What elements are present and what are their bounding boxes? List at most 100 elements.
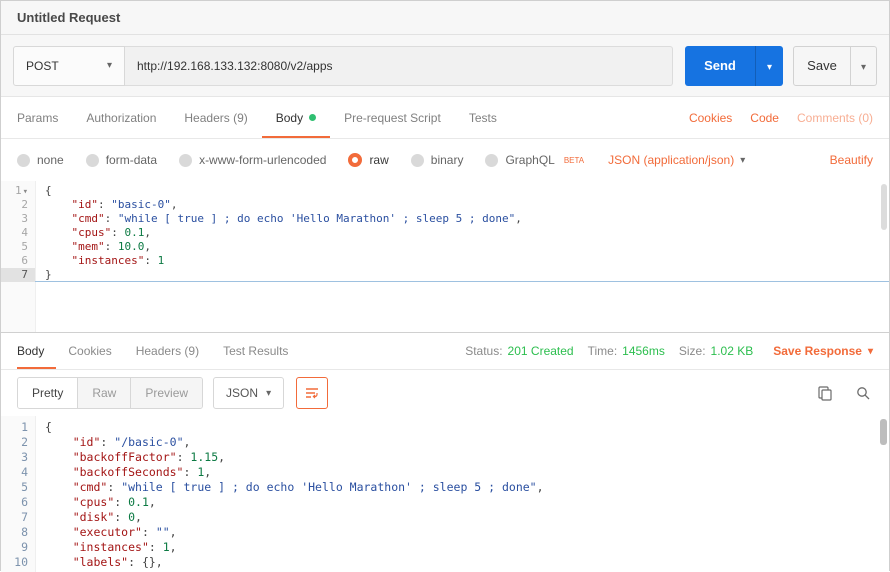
code-line: 1▾{ — [1, 184, 889, 198]
code-line: 8 "executor": "", — [1, 525, 889, 540]
tab-body[interactable]: Body — [262, 97, 330, 138]
line-number: 4 — [1, 465, 35, 480]
line-number: 7 — [1, 510, 35, 525]
request-code-lines: 1▾{2 "id": "basic-0",3 "cmd": "while [ t… — [1, 184, 889, 282]
view-tab-preview[interactable]: Preview — [130, 378, 202, 408]
code-line-content: "cpus": 0.1, — [35, 226, 151, 240]
bodytype-option-none[interactable]: none — [17, 153, 64, 167]
bodytype-option-graphql[interactable]: GraphQL BETA — [485, 153, 584, 167]
tab-pre-request-script[interactable]: Pre-request Script — [330, 97, 455, 138]
wrap-text-button[interactable] — [296, 377, 328, 409]
toolbar-right — [815, 383, 873, 403]
code-line-content: "id": "basic-0", — [35, 198, 177, 212]
size-value: 1.02 KB — [711, 344, 754, 358]
save-dropdown-button[interactable]: ▾ — [851, 46, 877, 86]
save-response-label: Save Response — [773, 344, 862, 358]
line-number: 7 — [1, 268, 35, 282]
radio-label: raw — [369, 153, 388, 167]
code-line-content: "backoffSeconds": 1, — [35, 465, 211, 480]
code-line-content: "disk": 0, — [35, 510, 142, 525]
line-number: 8 — [1, 525, 35, 540]
response-tabs: BodyCookiesHeaders (9)Test Results — [17, 333, 300, 369]
scrollbar-thumb[interactable] — [880, 419, 887, 445]
search-button[interactable] — [853, 383, 873, 403]
tab-tests[interactable]: Tests — [455, 97, 511, 138]
send-button[interactable]: Send — [685, 46, 755, 86]
content-type-select[interactable]: JSON (application/json) ▾ — [608, 153, 745, 167]
copy-button[interactable] — [815, 383, 835, 403]
bodytype-option-form-data[interactable]: form-data — [86, 153, 157, 167]
code-line-content: } — [35, 268, 52, 282]
send-dropdown-button[interactable]: ▾ — [755, 46, 783, 86]
beautify-link[interactable]: Beautify — [830, 153, 873, 167]
method-label: POST — [26, 59, 59, 73]
response-tab-cookies[interactable]: Cookies — [56, 333, 123, 369]
code-line: 6 "instances": 1 — [1, 254, 889, 268]
method-select[interactable]: POST ▾ — [13, 46, 125, 86]
view-tab-pretty[interactable]: Pretty — [18, 378, 77, 408]
link-comments-0[interactable]: Comments (0) — [797, 111, 873, 125]
view-tabs: PrettyRawPreview — [17, 377, 203, 409]
request-tabs: ParamsAuthorizationHeaders (9)BodyPre-re… — [17, 97, 511, 138]
request-title: Untitled Request — [17, 10, 120, 25]
copy-icon — [817, 385, 833, 401]
scrollbar-thumb[interactable] — [881, 184, 887, 230]
response-code-lines: 1{2 "id": "/basic-0",3 "backoffFactor": … — [1, 420, 889, 570]
send-button-group: Send ▾ — [685, 46, 783, 86]
beta-badge: BETA — [564, 156, 584, 165]
tab-authorization[interactable]: Authorization — [72, 97, 170, 138]
code-line-content: "labels": {}, — [35, 555, 163, 570]
request-tabs-row: ParamsAuthorizationHeaders (9)BodyPre-re… — [1, 97, 889, 139]
response-body-editor[interactable]: 1{2 "id": "/basic-0",3 "backoffFactor": … — [1, 416, 889, 572]
scrollbar[interactable] — [879, 416, 889, 572]
chevron-down-icon: ▾ — [107, 60, 112, 71]
tab-params[interactable]: Params — [17, 97, 72, 138]
bodytype-option-binary[interactable]: binary — [411, 153, 464, 167]
code-line: 6 "cpus": 0.1, — [1, 495, 889, 510]
active-dot-icon — [309, 114, 316, 121]
chevron-down-icon: ▾ — [767, 62, 772, 73]
radio-label: form-data — [106, 153, 157, 167]
radio-label: GraphQL — [505, 153, 554, 167]
code-line: 7} — [1, 268, 889, 282]
tabs-right-links: Cookies Code Comments (0) — [689, 97, 873, 138]
scrollbar[interactable] — [879, 181, 889, 332]
code-line-content: { — [35, 420, 52, 435]
tab-headers-9[interactable]: Headers (9) — [170, 97, 261, 138]
link-cookies[interactable]: Cookies — [689, 111, 732, 125]
radio-icon — [86, 154, 99, 167]
size-label: Size: — [679, 344, 706, 358]
body-type-row: none form-data x-www-form-urlencoded raw bin… — [1, 139, 889, 181]
status-meta: Status: 201 Created — [465, 344, 573, 358]
format-select[interactable]: JSON ▾ — [213, 377, 284, 409]
radio-icon — [348, 153, 362, 167]
response-toolbar: PrettyRawPreview JSON ▾ — [1, 370, 889, 416]
line-number: 2 — [1, 435, 35, 450]
bodytype-options: none form-data x-www-form-urlencoded raw bin… — [17, 153, 584, 167]
code-line: 4 "backoffSeconds": 1, — [1, 465, 889, 480]
line-number: 6 — [1, 495, 35, 510]
link-code[interactable]: Code — [750, 111, 779, 125]
view-tab-raw[interactable]: Raw — [77, 378, 130, 408]
response-tab-body[interactable]: Body — [17, 333, 56, 369]
response-tab-test-results[interactable]: Test Results — [211, 333, 300, 369]
chevron-down-icon[interactable]: ▾ — [23, 187, 28, 197]
radio-label: none — [37, 153, 64, 167]
time-value: 1456ms — [622, 344, 665, 358]
code-line: 1{ — [1, 420, 889, 435]
status-value: 201 Created — [508, 344, 574, 358]
code-line: 5 "cmd": "while [ true ] ; do echo 'Hell… — [1, 480, 889, 495]
line-number: 1▾ — [1, 184, 35, 198]
save-response-button[interactable]: Save Response ▾ — [773, 344, 873, 358]
url-input[interactable] — [125, 46, 673, 86]
save-button[interactable]: Save — [793, 46, 851, 86]
format-label: JSON — [226, 386, 258, 400]
titlebar: Untitled Request — [1, 1, 889, 35]
request-body-editor[interactable]: 1▾{2 "id": "basic-0",3 "cmd": "while [ t… — [1, 181, 889, 333]
radio-label: x-www-form-urlencoded — [199, 153, 326, 167]
bodytype-option-x-www-form-urlencoded[interactable]: x-www-form-urlencoded — [179, 153, 326, 167]
bodytype-option-raw[interactable]: raw — [348, 153, 388, 167]
response-tab-headers-9[interactable]: Headers (9) — [124, 333, 211, 369]
chevron-down-icon: ▾ — [740, 155, 745, 166]
line-number: 3 — [1, 450, 35, 465]
